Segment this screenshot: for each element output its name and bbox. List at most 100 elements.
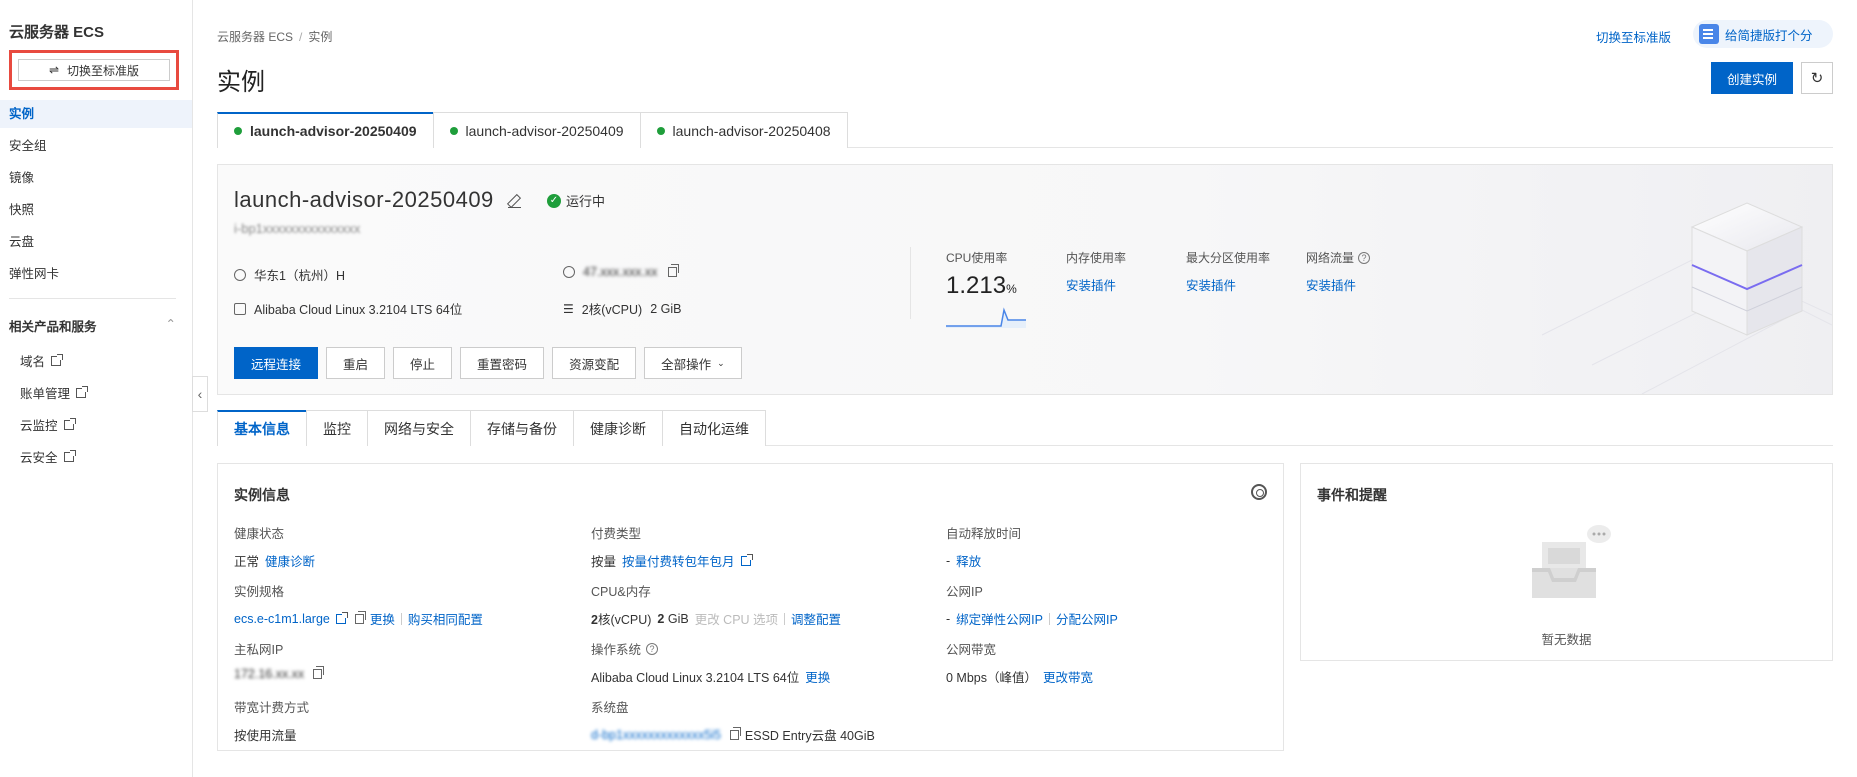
sidebar-item-cloudmonitor[interactable]: 云监控 xyxy=(20,415,76,434)
network-metric: 网络流量 ? 安装插件 xyxy=(1306,249,1371,294)
sidebar-item-label: 云监控 xyxy=(20,419,58,433)
gear-icon[interactable] xyxy=(1251,484,1267,500)
sidebar-group-related[interactable]: 相关产品和服务 ⌃ xyxy=(9,316,176,335)
remote-connect-button[interactable]: 远程连接 xyxy=(234,347,319,379)
os-value: Alibaba Cloud Linux 3.2104 LTS 64位 xyxy=(254,303,463,317)
breadcrumb: 云服务器 ECS / 实例 xyxy=(217,30,333,44)
server-illustration xyxy=(1541,202,1832,394)
os-value: Alibaba Cloud Linux 3.2104 LTS 64位 xyxy=(591,671,800,685)
restart-button[interactable]: 重启 xyxy=(326,347,386,379)
tab-monitoring[interactable]: 监控 xyxy=(306,410,368,446)
ip-value: 47.xxx.xxx.xx xyxy=(583,265,658,279)
sidebar-item-enis[interactable]: 弹性网卡 xyxy=(0,260,192,288)
bandwidth-value: 0 Mbps（峰值） xyxy=(946,671,1037,685)
switch-version-label: 切换至标准版 xyxy=(67,63,140,78)
switch-version-button[interactable]: ⇌ 切换至标准版 xyxy=(18,59,170,81)
help-icon[interactable]: ? xyxy=(1358,251,1371,264)
tab-basic-info[interactable]: 基本信息 xyxy=(217,410,307,446)
private-ip-field: 主私网IP 172.16.xx.xx xyxy=(234,639,574,681)
copy-icon[interactable] xyxy=(729,726,741,740)
instance-tabs: launch-advisor-20250409 launch-advisor-2… xyxy=(217,112,1833,148)
disk-install-link[interactable]: 安装插件 xyxy=(1186,275,1270,294)
field-label: 实例规格 xyxy=(234,585,285,599)
tab-network-security[interactable]: 网络与安全 xyxy=(367,410,471,446)
feedback-button[interactable]: 给简捷版打个分 xyxy=(1693,20,1833,48)
resize-button[interactable]: 资源变配 xyxy=(552,347,637,379)
health-diagnosis-link[interactable]: 健康诊断 xyxy=(265,551,315,570)
refresh-button[interactable]: ↻ xyxy=(1801,62,1833,94)
sidebar-item-images[interactable]: 镜像 xyxy=(0,164,192,192)
change-spec-link[interactable]: 更换 xyxy=(370,609,395,628)
os-info: Alibaba Cloud Linux 3.2104 LTS 64位 xyxy=(234,299,462,318)
convert-billing-link[interactable]: 按量付费转包年包月 xyxy=(622,551,735,570)
instance-tab[interactable]: launch-advisor-20250409 xyxy=(217,112,434,148)
sidebar-item-billing[interactable]: 账单管理 xyxy=(20,383,89,402)
memory-install-link[interactable]: 安装插件 xyxy=(1066,275,1126,294)
field-label: 自动释放时间 xyxy=(946,527,1022,541)
copy-icon[interactable] xyxy=(668,264,680,277)
feedback-icon xyxy=(1699,24,1719,44)
sidebar-item-security-groups[interactable]: 安全组 xyxy=(0,132,192,160)
cpu-unit: 核(vCPU) xyxy=(597,613,652,627)
switch-highlight: ⇌ 切换至标准版 xyxy=(9,50,179,90)
stop-button[interactable]: 停止 xyxy=(393,347,453,379)
copy-icon[interactable] xyxy=(313,666,325,679)
copy-icon[interactable] xyxy=(354,610,366,624)
sidebar-item-cloudsecurity[interactable]: 云安全 xyxy=(20,447,76,466)
buy-same-link[interactable]: 购买相同配置 xyxy=(408,609,483,628)
field-label: CPU&内存 xyxy=(591,585,651,599)
instance-id: i-bp1xxxxxxxxxxxxxxx xyxy=(234,221,361,236)
sidebar-item-snapshots[interactable]: 快照 xyxy=(0,196,192,224)
check-icon: ✓ xyxy=(547,193,561,208)
spec-link[interactable]: ecs.e-c1m1.large xyxy=(234,612,330,626)
instance-name: launch-advisor-20250409 xyxy=(234,187,494,212)
page-title: 实例 xyxy=(217,69,265,96)
cpu-sparkline xyxy=(946,307,1026,328)
instance-tab[interactable]: launch-advisor-20250408 xyxy=(639,112,848,148)
card-title: 实例信息 xyxy=(234,487,290,503)
release-value: - xyxy=(946,553,951,568)
change-bandwidth-link[interactable]: 更改带宽 xyxy=(1043,667,1093,686)
sidebar-item-instances[interactable]: 实例 xyxy=(0,100,192,128)
all-actions-label: 全部操作 xyxy=(661,357,712,372)
field-label: 付费类型 xyxy=(591,527,642,541)
release-link[interactable]: 释放 xyxy=(956,551,981,570)
system-disk-field: 系统盘 d-bp1xxxxxxxxxxxxx5i5 ESSD Entry云盘 4… xyxy=(591,697,931,744)
reset-password-button[interactable]: 重置密码 xyxy=(460,347,545,379)
bind-eip-link[interactable]: 绑定弹性公网IP xyxy=(956,609,1043,628)
breadcrumb-ecs[interactable]: 云服务器 ECS xyxy=(217,30,293,44)
bandwidth-billing-value: 按使用流量 xyxy=(234,729,297,743)
sidebar-item-domain[interactable]: 域名 xyxy=(20,351,64,370)
sidebar-title: 云服务器 ECS xyxy=(9,24,105,41)
card-title: 事件和提醒 xyxy=(1317,487,1387,503)
all-actions-dropdown[interactable]: 全部操作 ⌄ xyxy=(644,347,742,379)
tab-health-diagnosis[interactable]: 健康诊断 xyxy=(573,410,663,446)
change-os-link[interactable]: 更换 xyxy=(805,667,830,686)
system-disk-link[interactable]: d-bp1xxxxxxxxxxxxx5i5 xyxy=(591,728,721,742)
cpu-unit: % xyxy=(1006,282,1017,296)
help-icon[interactable]: ? xyxy=(646,642,659,655)
spec-info: ☰ 2核(vCPU) 2 GiB xyxy=(563,299,681,318)
tab-automation[interactable]: 自动化运维 xyxy=(662,410,766,446)
cpu-value: 1.213 xyxy=(946,272,1007,299)
swap-icon: ⇌ xyxy=(48,63,60,77)
chevron-down-icon: ⌄ xyxy=(717,357,725,368)
change-cpu-options-disabled: 更改 CPU 选项 xyxy=(694,613,779,627)
region-value: 华东1（杭州）H xyxy=(254,269,345,283)
assign-public-ip-link[interactable]: 分配公网IP xyxy=(1056,609,1118,628)
tab-storage-backup[interactable]: 存储与备份 xyxy=(470,410,574,446)
edit-icon[interactable] xyxy=(508,195,521,208)
sidebar-item-label: 域名 xyxy=(20,355,46,369)
field-label: 公网带宽 xyxy=(946,643,997,657)
external-link-icon xyxy=(63,417,76,430)
sidebar-collapse-button[interactable]: ‹ xyxy=(192,376,208,412)
create-instance-button[interactable]: 创建实例 xyxy=(1711,62,1793,94)
refresh-icon: ↻ xyxy=(1810,70,1824,87)
instance-tab[interactable]: launch-advisor-20250409 xyxy=(432,112,641,148)
memory-unit: GiB xyxy=(667,611,689,626)
adjust-config-link[interactable]: 调整配置 xyxy=(791,609,841,628)
switch-standard-link[interactable]: 切换至标准版 xyxy=(1596,27,1671,46)
sidebar-item-label: 云安全 xyxy=(20,451,58,465)
network-install-link[interactable]: 安装插件 xyxy=(1306,275,1370,294)
sidebar-item-disks[interactable]: 云盘 xyxy=(0,228,192,256)
